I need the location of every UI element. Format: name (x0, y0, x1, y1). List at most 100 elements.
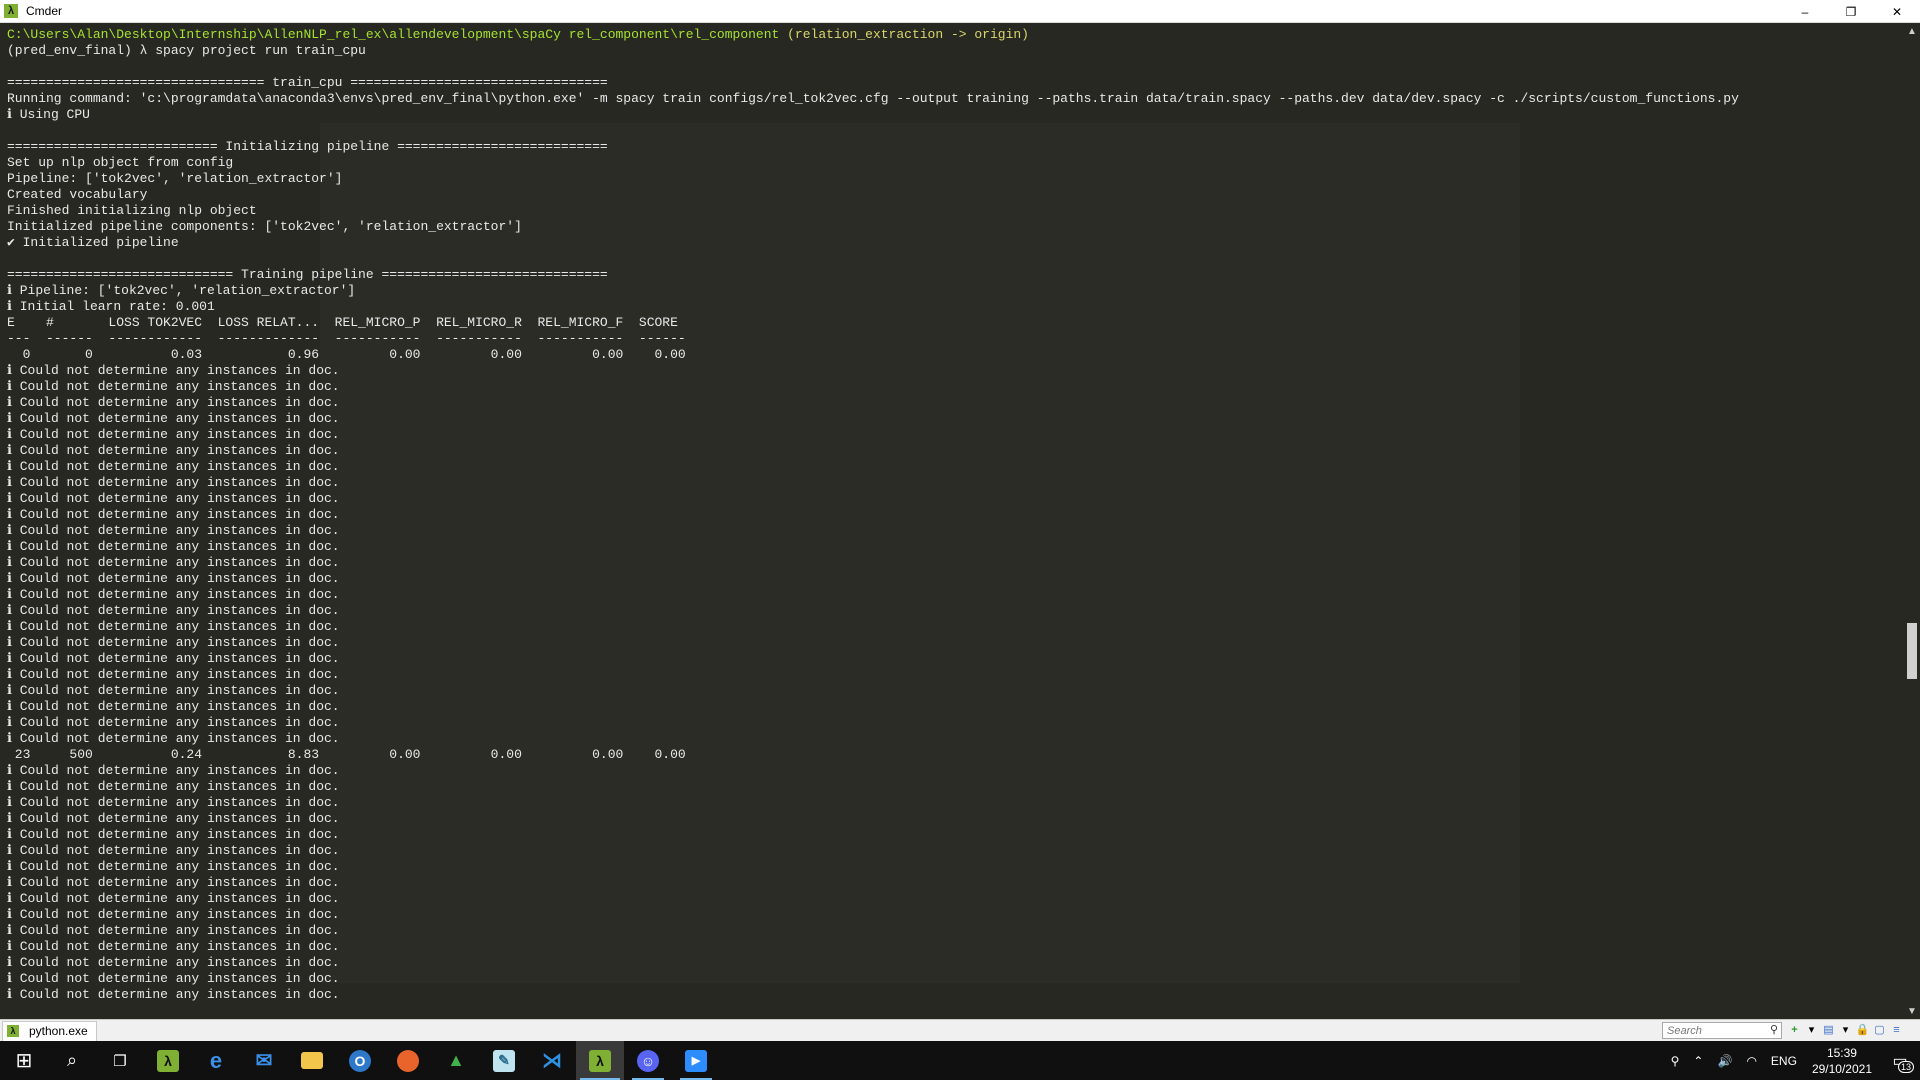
new-console-icon[interactable]: + (1788, 1022, 1801, 1037)
terminal-line: --- ------ ------------ ------------- --… (7, 331, 686, 346)
start-icon[interactable]: ⊞ (0, 1041, 48, 1080)
firefox-icon[interactable] (384, 1041, 432, 1080)
cmder-tab-bar: λ python.exe Search ⚲ + ▾ ▤ ▾ 🔒 ▢ ≡ (0, 1019, 1920, 1041)
prompt-path: C:\Users\Alan\Desktop\Internship\AllenNL… (7, 27, 780, 42)
terminal-line: ℹ Could not determine any instances in d… (7, 523, 340, 538)
terminal-line: ℹ Could not determine any instances in d… (7, 395, 340, 410)
terminal-line: E # LOSS TOK2VEC LOSS RELAT... REL_MICRO… (7, 315, 678, 330)
terminal-line: ℹ Could not determine any instances in d… (7, 427, 340, 442)
terminal-line: ℹ Initial learn rate: 0.001 (7, 299, 215, 314)
notification-count-badge: 13 (1897, 1061, 1914, 1073)
close-button[interactable]: ✕ (1874, 0, 1920, 23)
task-view-icon[interactable]: ❐ (96, 1041, 144, 1080)
wifi-icon[interactable]: ◠ (1739, 1041, 1763, 1080)
terminal-line: ℹ Could not determine any instances in d… (7, 715, 340, 730)
dropdown-icon[interactable]: ▾ (1805, 1022, 1818, 1037)
terminal-line: ℹ Could not determine any instances in d… (7, 987, 340, 1002)
zoom-icon[interactable]: ▶ (672, 1041, 720, 1080)
clock-date: 29/10/2021 (1811, 1061, 1872, 1076)
language-indicator[interactable]: ENG (1764, 1041, 1804, 1080)
tab-python-exe[interactable]: λ python.exe (2, 1020, 97, 1041)
file-explorer-icon[interactable] (288, 1041, 336, 1080)
edge-icon[interactable]: e (192, 1041, 240, 1080)
people-icon[interactable]: ⚲ (1664, 1041, 1687, 1080)
terminal-line: ℹ Could not determine any instances in d… (7, 459, 340, 474)
terminal-line: Set up nlp object from config (7, 155, 234, 170)
terminal-line: ℹ Could not determine any instances in d… (7, 651, 340, 666)
anaconda-icon[interactable]: ▲ (432, 1041, 480, 1080)
terminal-line: ℹ Could not determine any instances in d… (7, 843, 340, 858)
terminal-line: C:\Users\Alan\Desktop\Internship\AllenNL… (7, 27, 1739, 43)
restore-button[interactable]: ❐ (1828, 0, 1874, 23)
mail-icon[interactable]: ✉ (240, 1041, 288, 1080)
terminal-line: Initialized pipeline components: ['tok2v… (7, 219, 522, 234)
discord-icon[interactable]: ☺ (624, 1041, 672, 1080)
terminal-line: ℹ Could not determine any instances in d… (7, 859, 340, 874)
terminal-line: ============================= Training p… (7, 267, 608, 282)
terminal-line: ℹ Could not determine any instances in d… (7, 731, 340, 746)
outlook-icon[interactable]: O (336, 1041, 384, 1080)
terminal-line: ℹ Could not determine any instances in d… (7, 779, 340, 794)
dropdown-icon[interactable]: ▾ (1839, 1022, 1852, 1037)
lock-icon[interactable]: 🔒 (1856, 1022, 1870, 1037)
clock[interactable]: 15:39 29/10/2021 (1804, 1045, 1880, 1077)
notification-center-icon[interactable]: ▭ 13 (1880, 1041, 1920, 1080)
terminal-line: ℹ Could not determine any instances in d… (7, 971, 340, 986)
window-titlebar: λ Cmder – ❐ ✕ (0, 0, 1920, 23)
terminal-line: ℹ Could not determine any instances in d… (7, 907, 340, 922)
terminal-line: Pipeline: ['tok2vec', 'relation_extracto… (7, 171, 343, 186)
terminal-line: 23 500 0.24 8.83 0.00 0.00 0.00 0.00 (7, 747, 686, 762)
terminal-line: ℹ Could not determine any instances in d… (7, 795, 340, 810)
terminal-line: ℹ Could not determine any instances in d… (7, 491, 340, 506)
scroll-thumb[interactable] (1907, 623, 1917, 679)
terminal-line: Running command: 'c:\programdata\anacond… (7, 91, 1739, 106)
terminal-line: Created vocabulary (7, 187, 148, 202)
terminal-scrollbar[interactable]: ▲ ▼ (1904, 23, 1920, 1019)
terminal-line: ℹ Could not determine any instances in d… (7, 379, 340, 394)
chevron-up-icon[interactable]: ⌃ (1686, 1041, 1710, 1080)
terminal-line: ℹ Could not determine any instances in d… (7, 763, 340, 778)
window-icon[interactable]: ▢ (1873, 1022, 1886, 1037)
search-icon[interactable]: ⌕ (48, 1041, 96, 1080)
minimize-button[interactable]: – (1782, 0, 1828, 23)
search-icon[interactable]: ⚲ (1770, 1023, 1778, 1036)
terminal-output-area[interactable]: C:\Users\Alan\Desktop\Internship\AllenNL… (0, 23, 1904, 1019)
terminal-line: Finished initializing nlp object (7, 203, 257, 218)
scroll-down-arrow-icon[interactable]: ▼ (1904, 1003, 1920, 1019)
tab-label: python.exe (29, 1024, 88, 1038)
window-title: Cmder (26, 4, 63, 18)
window-controls: – ❐ ✕ (1782, 0, 1920, 23)
terminal-line: ℹ Could not determine any instances in d… (7, 363, 340, 378)
search-placeholder: Search (1667, 1024, 1702, 1037)
terminal-line: ℹ Could not determine any instances in d… (7, 635, 340, 650)
terminal-line: ℹ Could not determine any instances in d… (7, 923, 340, 938)
terminal-line: ℹ Could not determine any instances in d… (7, 683, 340, 698)
terminal-line: ℹ Could not determine any instances in d… (7, 619, 340, 634)
vscode-icon[interactable]: ⋊ (528, 1041, 576, 1080)
terminal-line: ℹ Could not determine any instances in d… (7, 539, 340, 554)
notes-icon[interactable]: ✎ (480, 1041, 528, 1080)
tab-toolbar: + ▾ ▤ ▾ 🔒 ▢ ≡ (1788, 1022, 1903, 1037)
terminal-line: ℹ Could not determine any instances in d… (7, 667, 340, 682)
terminal-line: ℹ Could not determine any instances in d… (7, 475, 340, 490)
volume-icon[interactable]: 🔊 (1710, 1041, 1739, 1080)
cmder-tab-icon: λ (7, 1025, 19, 1037)
terminal-line: ℹ Could not determine any instances in d… (7, 507, 340, 522)
terminal-line: ℹ Pipeline: ['tok2vec', 'relation_extrac… (7, 283, 356, 298)
terminal-line: ℹ Could not determine any instances in d… (7, 891, 340, 906)
cmder-running-icon[interactable]: λ (576, 1041, 624, 1080)
terminal-line: ================================= train_… (7, 75, 608, 90)
scroll-up-arrow-icon[interactable]: ▲ (1904, 23, 1920, 39)
windows-taskbar: ⊞ ⌕ ❐ λ e ✉ O ▲ ✎ ⋊ λ ☺ ▶ ⚲ ⌃ 🔊 ◠ ENG 15… (0, 1041, 1920, 1080)
tab-search-input[interactable]: Search ⚲ (1662, 1022, 1782, 1039)
terminal-line: ℹ Could not determine any instances in d… (7, 955, 340, 970)
terminal-line: ℹ Could not determine any instances in d… (7, 827, 340, 842)
terminal-line: ℹ Could not determine any instances in d… (7, 875, 340, 890)
layout-icon[interactable]: ▤ (1822, 1022, 1835, 1037)
menu-icon[interactable]: ≡ (1890, 1022, 1903, 1037)
terminal-line: ℹ Could not determine any instances in d… (7, 811, 340, 826)
clock-time: 15:39 (1826, 1045, 1857, 1060)
terminal-line: ℹ Could not determine any instances in d… (7, 603, 340, 618)
cmder-app-icon[interactable]: λ (144, 1041, 192, 1080)
terminal-line: ℹ Using CPU (7, 107, 90, 122)
